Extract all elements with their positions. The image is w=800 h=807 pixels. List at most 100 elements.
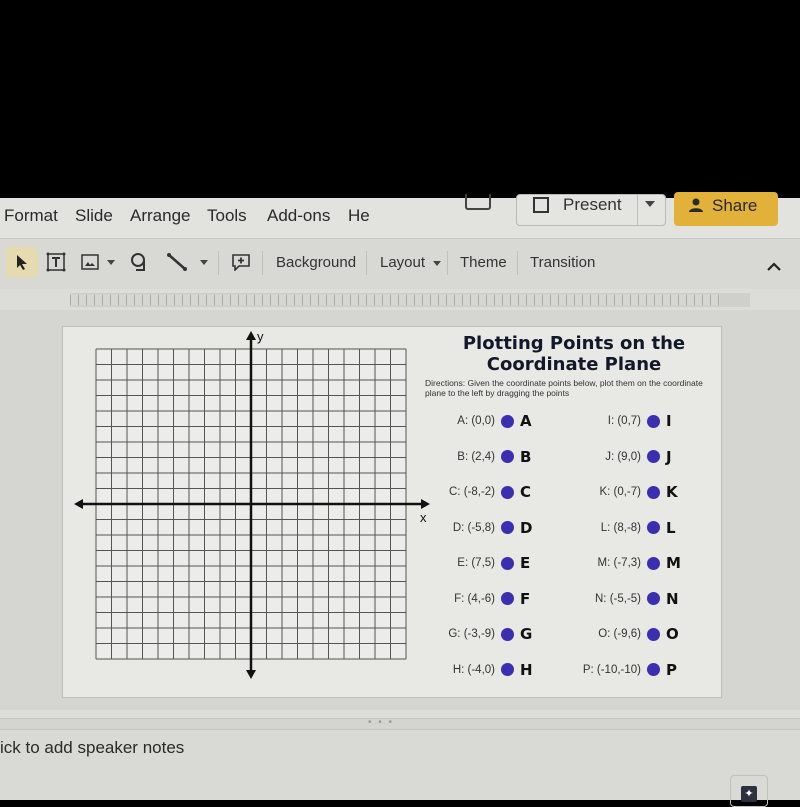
line-dropdown-icon[interactable] bbox=[200, 259, 208, 265]
person-icon bbox=[689, 198, 703, 212]
speaker-notes[interactable]: ick to add speaker notes ✦ bbox=[0, 730, 800, 807]
title-line-2: Coordinate Plane bbox=[486, 354, 662, 375]
point-coordinate-label: P: (-10,-10) bbox=[582, 663, 641, 676]
point-item: L: (8,-8) L bbox=[571, 518, 676, 538]
point-coordinate-label: J: (9,0) bbox=[605, 450, 641, 463]
slide[interactable]: xy Plotting Points on the Coordinate Pla… bbox=[62, 326, 722, 698]
image-icon bbox=[81, 254, 99, 270]
slide-title: Plotting Points on the Coordinate Plane bbox=[439, 333, 709, 375]
point-item: K: (0,-7) K bbox=[571, 482, 678, 502]
draggable-point-l[interactable] bbox=[647, 521, 660, 534]
notes-splitter[interactable]: • • • bbox=[0, 717, 800, 730]
toolbar-divider bbox=[517, 251, 518, 275]
menu-tools[interactable]: Tools bbox=[207, 206, 247, 226]
draggable-point-p[interactable] bbox=[647, 663, 660, 676]
draggable-point-o[interactable] bbox=[647, 627, 660, 641]
x-axis-arrow-left bbox=[74, 499, 83, 509]
point-item: P: (-10,-10) P bbox=[571, 660, 677, 680]
directions-text: Directions: Given the coordinate points … bbox=[425, 378, 703, 398]
share-label: Share bbox=[712, 196, 758, 215]
toolbar-divider bbox=[366, 251, 367, 275]
draggable-point-i[interactable] bbox=[647, 414, 660, 428]
text-box-icon bbox=[46, 252, 66, 272]
layout-label: Layout bbox=[380, 254, 426, 271]
point-letter: A bbox=[520, 412, 532, 430]
image-tool[interactable] bbox=[78, 247, 118, 277]
menu-arrange[interactable]: Arrange bbox=[130, 206, 190, 226]
y-axis-arrow-up bbox=[246, 331, 256, 340]
menu-format[interactable]: Format bbox=[4, 206, 58, 226]
present-dropdown-icon[interactable] bbox=[645, 201, 655, 207]
line-icon bbox=[167, 253, 187, 271]
title-line-1: Plotting Points on the bbox=[462, 333, 686, 354]
point-item: O: (-9,6) O bbox=[571, 624, 679, 644]
menu-help[interactable]: He bbox=[348, 206, 370, 226]
menu-addons[interactable]: Add-ons bbox=[267, 206, 330, 226]
point-item: D: (-5,8) D bbox=[425, 518, 533, 538]
slides-app: Format Slide Arrange Tools Add-ons He Pr… bbox=[0, 192, 800, 807]
theme-button[interactable]: Theme bbox=[460, 254, 507, 271]
draggable-point-n[interactable] bbox=[647, 592, 660, 605]
toolbar-divider bbox=[262, 251, 263, 275]
point-item: F: (4,-6) F bbox=[425, 589, 530, 609]
point-coordinate-label: H: (-4,0) bbox=[452, 663, 495, 676]
point-letter: G bbox=[520, 625, 533, 643]
y-axis-arrow-down bbox=[246, 670, 256, 679]
point-item: C: (-8,-2) C bbox=[425, 482, 531, 502]
point-letter: P bbox=[666, 660, 677, 679]
explore-button[interactable]: ✦ bbox=[730, 775, 768, 807]
line-tool[interactable] bbox=[162, 247, 212, 277]
shape-tool[interactable] bbox=[126, 247, 154, 277]
menu-slide[interactable]: Slide bbox=[75, 206, 113, 226]
draggable-point-h[interactable] bbox=[501, 663, 514, 676]
draggable-point-c[interactable] bbox=[501, 485, 514, 499]
point-letter: F bbox=[520, 589, 531, 608]
toolbar: Background Layout Theme Transition bbox=[0, 238, 800, 289]
draggable-point-g[interactable] bbox=[501, 627, 514, 641]
draggable-point-f[interactable] bbox=[501, 592, 514, 605]
shape-icon bbox=[131, 253, 145, 271]
collapse-toolbar-icon[interactable] bbox=[766, 261, 782, 271]
draggable-point-k[interactable] bbox=[647, 485, 660, 499]
add-comment-tool[interactable] bbox=[228, 247, 254, 277]
menu-bar: Format Slide Arrange Tools Add-ons He Pr… bbox=[0, 192, 800, 238]
draggable-point-b[interactable] bbox=[501, 450, 514, 463]
draggable-point-m[interactable] bbox=[647, 556, 660, 570]
point-letter: K bbox=[666, 483, 678, 501]
y-axis-label: y bbox=[257, 329, 264, 344]
comment-history-icon[interactable] bbox=[465, 194, 491, 210]
point-letter: E bbox=[520, 554, 531, 572]
point-coordinate-label: A: (0,0) bbox=[457, 415, 495, 427]
transition-button[interactable]: Transition bbox=[530, 254, 595, 271]
speaker-notes-placeholder[interactable]: ick to add speaker notes bbox=[0, 738, 184, 758]
image-dropdown-icon[interactable] bbox=[107, 259, 115, 265]
point-coordinate-label: C: (-8,-2) bbox=[449, 486, 495, 498]
draggable-point-e[interactable] bbox=[501, 556, 514, 570]
draggable-point-d[interactable] bbox=[501, 521, 514, 534]
point-letter: J bbox=[666, 447, 672, 466]
point-item: A: (0,0) A bbox=[425, 411, 532, 431]
point-letter: O bbox=[666, 625, 679, 643]
point-coordinate-label: G: (-3,-9) bbox=[448, 628, 495, 640]
text-box-tool[interactable] bbox=[42, 247, 70, 277]
share-button[interactable]: Share bbox=[674, 192, 778, 226]
point-letter: D bbox=[520, 518, 533, 537]
background-button[interactable]: Background bbox=[276, 254, 356, 271]
present-button[interactable]: Present bbox=[516, 194, 666, 226]
splitter-handle[interactable]: • • • bbox=[368, 717, 394, 728]
point-letter: M bbox=[666, 554, 681, 572]
layout-button[interactable]: Layout bbox=[380, 254, 442, 271]
point-coordinate-label: D: (-5,8) bbox=[452, 521, 495, 534]
coordinate-plane: xy bbox=[74, 329, 430, 679]
point-letter: N bbox=[666, 589, 679, 608]
present-label: Present bbox=[563, 195, 622, 214]
layout-dropdown-icon bbox=[433, 260, 442, 266]
select-tool[interactable] bbox=[6, 247, 38, 277]
draggable-point-j[interactable] bbox=[647, 450, 660, 463]
point-coordinate-label: N: (-5,-5) bbox=[595, 592, 641, 605]
point-item: J: (9,0) J bbox=[571, 447, 672, 467]
draggable-point-a[interactable] bbox=[501, 414, 514, 428]
horizontal-ruler bbox=[70, 293, 750, 307]
point-item: H: (-4,0) H bbox=[425, 660, 533, 680]
point-coordinate-label: F: (4,-6) bbox=[454, 592, 495, 605]
